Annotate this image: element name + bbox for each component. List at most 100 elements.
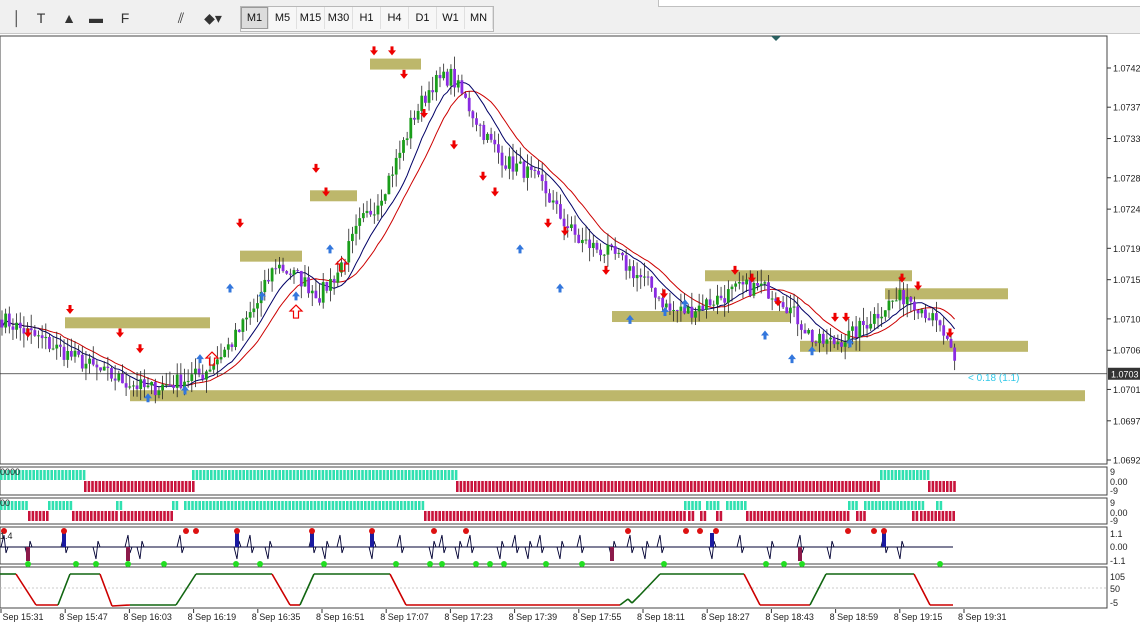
support-resistance-zone[interactable] — [370, 58, 421, 70]
candle-body — [321, 282, 325, 303]
timeframe-d1-button[interactable]: D1 — [409, 7, 437, 29]
indicator-up-bar — [892, 501, 896, 510]
indicator-down-bar — [484, 481, 488, 492]
indicator-up-bar — [249, 470, 253, 480]
triangle-tool-button[interactable]: ▲ — [58, 7, 80, 29]
indicator-down-bar — [733, 481, 736, 492]
indicator-down-bar — [123, 511, 127, 521]
indicator-down-bar — [859, 481, 862, 492]
indicator-down-bar — [456, 511, 459, 521]
candle-body — [591, 242, 595, 249]
support-resistance-zone[interactable] — [240, 250, 302, 262]
indicator-up-bar — [202, 470, 206, 480]
indicator-down-bar — [427, 511, 431, 521]
indicator-down-bar — [946, 481, 949, 492]
timeframe-m15-button[interactable]: M15 — [297, 7, 325, 29]
oscillator-top-dot — [309, 528, 315, 534]
indicator-up-bar — [357, 470, 361, 480]
rectangle-tool-button[interactable]: ▬ — [85, 7, 107, 29]
candle-body — [329, 278, 332, 291]
candle-body — [121, 373, 124, 384]
channel-tool-button[interactable]: ⫽ — [170, 7, 192, 29]
indicator-down-bar — [769, 481, 772, 492]
indicator-up-bar — [440, 470, 443, 480]
timeframe-m1-button[interactable]: M1 — [241, 7, 269, 29]
time-label: 8 Sep 16:19 — [188, 612, 237, 622]
indicator-up-bar — [328, 501, 331, 510]
indicator-up-bar — [684, 501, 687, 510]
time-label: 8 Sep 17:39 — [509, 612, 558, 622]
candle — [752, 280, 756, 299]
indicator-up-bar — [206, 470, 209, 480]
indicator-down-bar — [632, 481, 635, 492]
indicator-down-bar — [452, 511, 456, 521]
indicator-down-bar — [643, 481, 646, 492]
indicator-down-bar — [556, 481, 560, 492]
indicator-down-bar — [700, 481, 704, 492]
candle-body — [449, 68, 453, 86]
timeframe-m30-button[interactable]: M30 — [325, 7, 353, 29]
cursor-tool-button[interactable]: │ — [6, 7, 28, 29]
indicator-down-bar — [697, 481, 700, 492]
indicator-down-bar — [636, 511, 639, 521]
indicator-down-bar — [499, 511, 503, 521]
support-resistance-zone[interactable] — [310, 190, 357, 202]
indicator-up-bar — [454, 470, 458, 480]
indicator-up-bar — [50, 470, 53, 480]
support-resistance-zone[interactable] — [65, 317, 210, 329]
candle-body — [117, 373, 121, 381]
indicator-up-bar — [716, 501, 720, 510]
timeframe-h1-button[interactable]: H1 — [353, 7, 381, 29]
time-label: 8 Sep 18:11 — [637, 612, 685, 622]
indicator-up-bar — [292, 470, 296, 480]
indicator-up-bar — [726, 501, 729, 510]
indicator-down-bar — [941, 511, 945, 521]
indicator-up-bar — [209, 501, 212, 510]
indicator-down-bar — [600, 481, 603, 492]
indicator-down-bar — [87, 481, 91, 492]
candle-body — [296, 270, 300, 272]
indicator-up-bar — [698, 501, 701, 510]
indicator-down-bar — [931, 481, 935, 492]
indicator-up-bar — [372, 470, 375, 480]
indicator-down-bar — [758, 481, 761, 492]
candle-body — [175, 374, 179, 388]
indicator-up-bar — [191, 501, 194, 510]
indicator-down-bar — [156, 481, 159, 492]
candle-body — [106, 366, 110, 369]
text-tool-button[interactable]: T — [30, 7, 52, 29]
candle-body — [646, 276, 650, 278]
candle-body — [891, 300, 894, 302]
indicator-up-bar — [382, 501, 385, 510]
timeframe-m5-button[interactable]: M5 — [269, 7, 297, 29]
support-resistance-zone[interactable] — [612, 311, 790, 323]
indicator-down-bar — [688, 511, 691, 521]
oscillator-histogram-bar — [798, 547, 802, 561]
timeframe-w1-button[interactable]: W1 — [437, 7, 465, 29]
shapes-menu-button[interactable]: ◆▾ — [198, 7, 228, 29]
indicator-up-bar — [339, 470, 343, 480]
indicator-down-bar — [538, 481, 542, 492]
candle-body — [770, 298, 774, 300]
indicator-up-bar — [14, 501, 17, 510]
indicator-up-bar — [274, 501, 277, 510]
indicator-down-bar — [654, 481, 657, 492]
candle-body — [945, 335, 949, 339]
indicator-down-bar — [424, 511, 427, 521]
candle-body — [51, 348, 55, 350]
candle-body — [314, 290, 318, 299]
support-resistance-zone[interactable] — [130, 390, 1085, 402]
candle-body — [263, 279, 267, 293]
fibonacci-tool-button[interactable]: F — [114, 7, 136, 29]
indicator-up-bar — [246, 470, 249, 480]
indicator-down-bar — [935, 481, 938, 492]
indicator-down-bar — [852, 481, 855, 492]
candle-body — [672, 309, 675, 311]
timeframe-h4-button[interactable]: H4 — [381, 7, 409, 29]
candle-body — [201, 374, 205, 380]
timeframe-mn-button[interactable]: MN — [465, 7, 493, 29]
indicator-down-bar — [130, 481, 134, 492]
chart-window[interactable]: 1.0742 1.0737 1.0733 1.0728 1.0724 1.0719 1.07… — [0, 34, 1140, 627]
time-axis: 8 Sep 15:31 8 Sep 15:47 8 Sep 16:03 8 Sep 1… — [0, 609, 1007, 622]
candle-body — [686, 306, 690, 314]
